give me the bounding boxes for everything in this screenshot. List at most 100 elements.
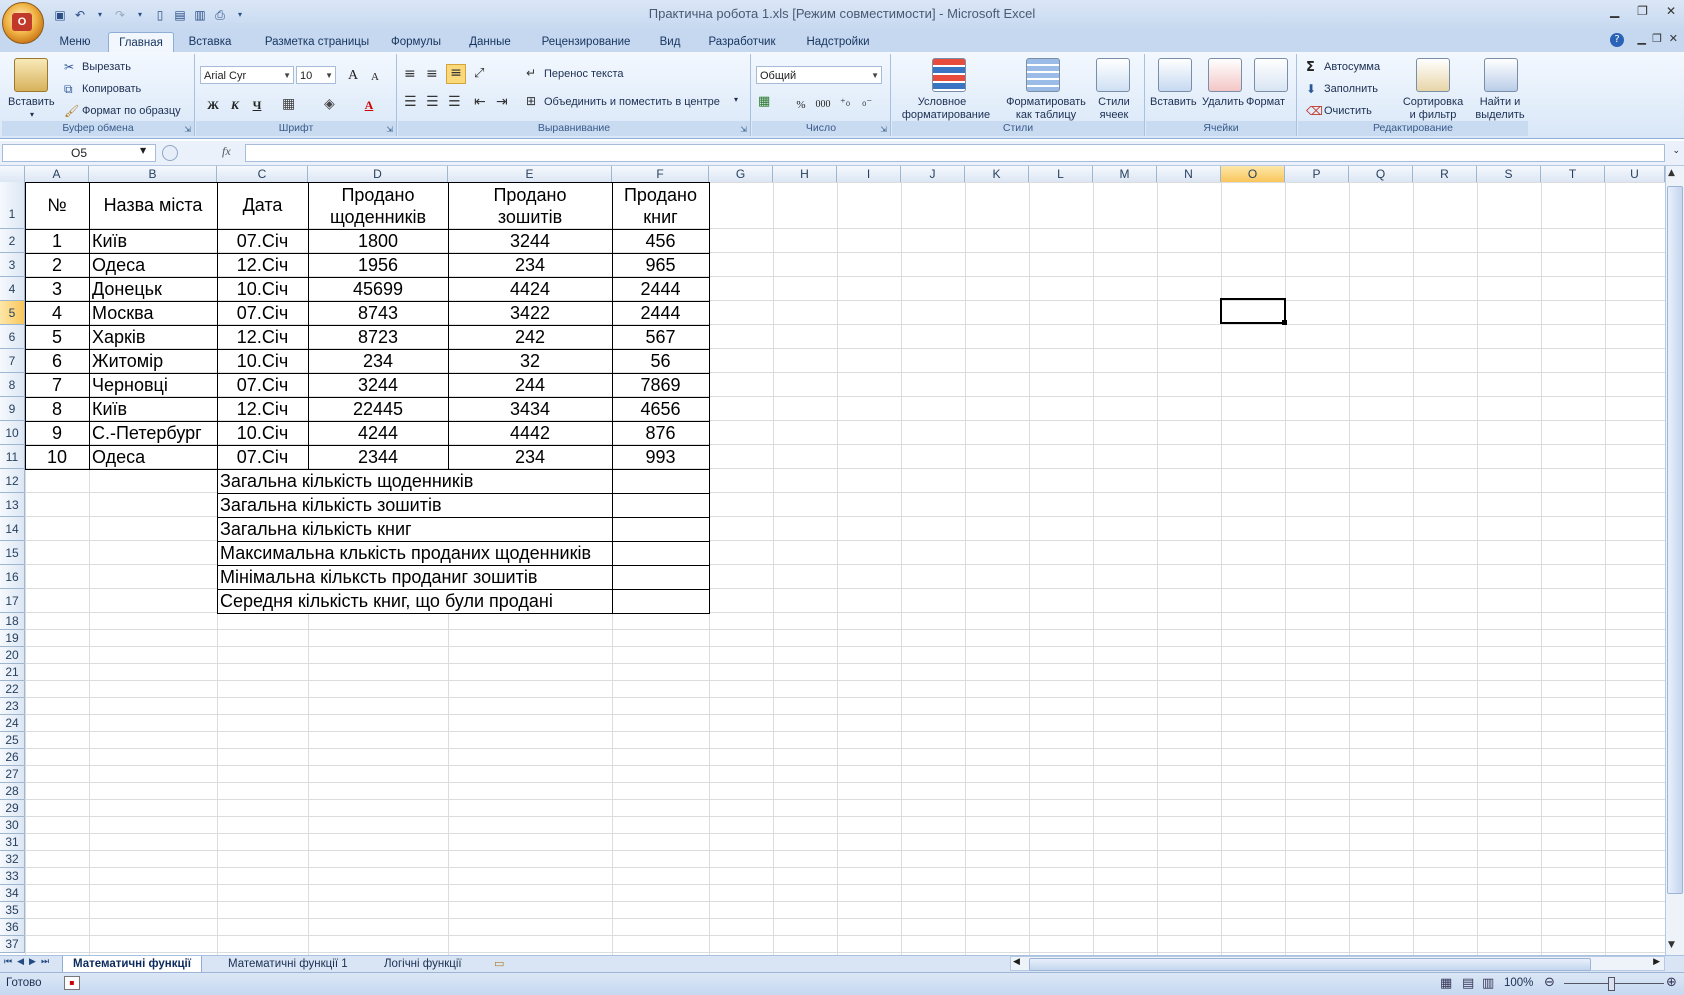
format-as-table-label-2[interactable]: как таблицу [1004, 109, 1088, 121]
sort-filter-icon[interactable] [1416, 58, 1450, 92]
column-header[interactable]: B [89, 166, 217, 182]
name-box-dropdown-icon[interactable]: ▼ [140, 146, 146, 155]
formula-expand-icon[interactable]: ⌄ [1672, 146, 1680, 156]
tab-review[interactable]: Рецензирование [534, 32, 638, 52]
office-button[interactable]: O [2, 2, 44, 44]
fill-button[interactable]: Заполнить [1324, 83, 1378, 95]
row-header[interactable]: 16 [0, 565, 25, 589]
copy-button[interactable]: Копировать [82, 83, 141, 95]
sort-filter-label-1[interactable]: Сортировка [1398, 96, 1468, 108]
page-break-view-icon[interactable]: ▥ [1482, 976, 1494, 991]
zoom-slider-thumb[interactable] [1608, 977, 1615, 991]
row-header[interactable]: 3 [0, 253, 25, 277]
sheet-nav-icons[interactable]: ⏮◀▶⏭ [4, 957, 54, 967]
help-icon[interactable]: ? [1610, 33, 1624, 47]
align-center-icon[interactable]: ☰ [426, 94, 439, 110]
row-header[interactable]: 37 [0, 936, 25, 953]
grow-font-button[interactable]: A [342, 65, 364, 87]
insert-function-button[interactable]: fx [222, 144, 231, 159]
font-size-dropdown-icon[interactable]: ▼ [325, 67, 333, 85]
conditional-formatting-icon[interactable] [932, 58, 966, 92]
tab-view[interactable]: Вид [650, 32, 690, 52]
column-header[interactable]: P [1285, 166, 1349, 182]
increase-indent-icon[interactable]: ⇥ [496, 94, 508, 110]
row-header[interactable]: 20 [0, 647, 25, 664]
font-name-combo[interactable]: Arial Cyr ▼ [200, 66, 294, 84]
font-name-dropdown-icon[interactable]: ▼ [283, 67, 291, 85]
align-top-icon[interactable]: ≡ [404, 66, 416, 82]
column-header-selected[interactable]: O [1221, 166, 1285, 182]
clear-button[interactable]: Очистить [1324, 105, 1372, 117]
tab-addins[interactable]: Надстройки [796, 32, 880, 52]
column-header[interactable]: G [709, 166, 773, 182]
fill-color-icon[interactable]: ◈ [324, 96, 335, 112]
column-header[interactable]: F [612, 166, 709, 182]
shrink-font-button[interactable]: A [364, 66, 386, 88]
row-header[interactable]: 30 [0, 817, 25, 834]
decrease-decimal-icon[interactable]: ₀⁻ [862, 96, 872, 109]
row-header[interactable]: 7 [0, 349, 25, 373]
row-header[interactable]: 32 [0, 851, 25, 868]
row-header[interactable]: 33 [0, 868, 25, 885]
row-header[interactable]: 6 [0, 325, 25, 349]
column-header[interactable]: N [1157, 166, 1221, 182]
orientation-icon[interactable]: ⤢ [474, 66, 484, 81]
scroll-down-icon[interactable]: ▼ [1668, 940, 1675, 950]
row-header[interactable]: 26 [0, 749, 25, 766]
number-format-dropdown-icon[interactable]: ▼ [871, 67, 879, 85]
cell-styles-label-1[interactable]: Стили [1094, 96, 1134, 108]
percent-button[interactable]: % [790, 94, 812, 116]
horizontal-scroll-thumb[interactable] [1029, 958, 1591, 971]
align-left-icon[interactable]: ☰ [404, 94, 417, 110]
tab-page-layout[interactable]: Разметка страницы [252, 32, 382, 52]
decrease-indent-icon[interactable]: ⇤ [474, 94, 486, 110]
row-header[interactable]: 25 [0, 732, 25, 749]
row-header[interactable]: 23 [0, 698, 25, 715]
ribbon-close-icon[interactable]: ✕ [1669, 32, 1678, 45]
number-launcher-icon[interactable]: ⇲ [880, 125, 887, 134]
horizontal-scrollbar[interactable]: ◀ ▶ [1010, 956, 1665, 971]
align-right-icon[interactable]: ☰ [448, 94, 461, 110]
row-header[interactable]: 27 [0, 766, 25, 783]
fill-handle[interactable] [1282, 320, 1287, 325]
column-header[interactable]: H [773, 166, 837, 182]
column-header[interactable]: K [965, 166, 1029, 182]
minimize-button[interactable]: ▁ [1610, 4, 1619, 18]
increase-decimal-icon[interactable]: ⁺₀ [840, 96, 850, 109]
wrap-text-button[interactable]: Перенос текста [544, 68, 624, 80]
row-header[interactable]: 22 [0, 681, 25, 698]
sort-filter-label-2[interactable]: и фильтр [1398, 109, 1468, 121]
bold-button[interactable]: Ж [202, 94, 224, 116]
row-header[interactable]: 12 [0, 469, 25, 493]
column-header[interactable]: C [217, 166, 308, 182]
row-header[interactable]: 36 [0, 919, 25, 936]
column-header[interactable]: J [901, 166, 965, 182]
row-header[interactable]: 9 [0, 397, 25, 421]
clipboard-launcher-icon[interactable]: ⇲ [184, 125, 191, 134]
format-cells-icon[interactable] [1254, 58, 1288, 92]
currency-icon[interactable]: ▦ [758, 94, 770, 109]
paste-dropdown-icon[interactable]: ▾ [30, 110, 34, 119]
scroll-up-icon[interactable]: ▲ [1668, 168, 1675, 178]
row-header[interactable]: 28 [0, 783, 25, 800]
row-header-selected[interactable]: 5 [0, 301, 25, 325]
sheet-tab[interactable]: Логічні функції [374, 956, 472, 972]
tab-home[interactable]: Главная [108, 32, 174, 53]
vertical-scroll-thumb[interactable] [1667, 186, 1683, 894]
restore-button[interactable]: ❐ [1637, 4, 1648, 18]
column-header[interactable]: Q [1349, 166, 1413, 182]
row-header[interactable]: 14 [0, 517, 25, 541]
row-header[interactable]: 4 [0, 277, 25, 301]
scroll-left-icon[interactable]: ◀ [1013, 957, 1020, 967]
insert-cells-icon[interactable] [1158, 58, 1192, 92]
ribbon-minimize-icon[interactable]: ▁ [1638, 32, 1646, 45]
row-header[interactable]: 2 [0, 229, 25, 253]
active-cell-selection[interactable] [1220, 298, 1286, 324]
tab-formulas[interactable]: Формулы [386, 32, 446, 52]
zoom-out-icon[interactable]: ⊖ [1544, 975, 1555, 990]
font-size-combo[interactable]: 10 ▼ [296, 66, 336, 84]
format-cells-button[interactable]: Формат [1246, 96, 1285, 108]
delete-cells-button[interactable]: Удалить [1202, 96, 1244, 108]
find-binoculars-icon[interactable] [1484, 58, 1518, 92]
formula-input[interactable] [245, 144, 1665, 162]
